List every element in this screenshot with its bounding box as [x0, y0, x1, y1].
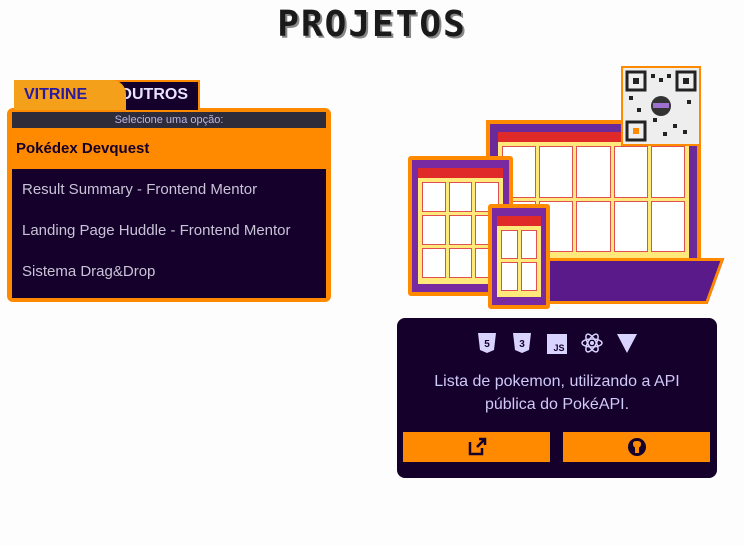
page-title: PROJETOS [277, 4, 467, 45]
project-preview-image [400, 62, 725, 312]
project-description: Lista de pokemon, utilizando a API públi… [434, 373, 680, 413]
select-hint: Selecione uma opção: [12, 112, 326, 128]
tech-stack: 5 3 JS [397, 332, 717, 358]
js-icon: JS [546, 334, 568, 356]
project-info-card: 5 3 JS Lista de pokemon, utilizando a AP… [397, 318, 717, 478]
github-icon [627, 438, 646, 456]
option-result-summary[interactable]: Result Summary - Frontend Mentor [12, 169, 326, 210]
option-drag-drop[interactable]: Sistema Drag&Drop [12, 251, 326, 292]
css3-icon: 3 [511, 332, 533, 354]
option-pokedex[interactable]: Pokédex Devquest [12, 128, 326, 169]
laptop-keyboard [521, 258, 725, 304]
html5-icon: 5 [476, 332, 498, 354]
github-button[interactable] [563, 432, 710, 462]
vite-icon [616, 332, 638, 354]
open-project-button[interactable] [403, 432, 550, 462]
react-icon [581, 332, 603, 354]
tab-vitrine[interactable]: VITRINE [14, 80, 126, 110]
phone-mockup [488, 204, 550, 309]
svg-text:JS: JS [553, 343, 564, 353]
svg-text:5: 5 [484, 339, 490, 350]
project-select-panel: Selecione uma opção: Pokédex Devquest Re… [7, 108, 331, 302]
qr-code [621, 66, 701, 146]
external-link-icon [468, 437, 486, 456]
svg-text:3: 3 [519, 339, 525, 350]
option-landing-huddle[interactable]: Landing Page Huddle - Frontend Mentor [12, 210, 326, 251]
